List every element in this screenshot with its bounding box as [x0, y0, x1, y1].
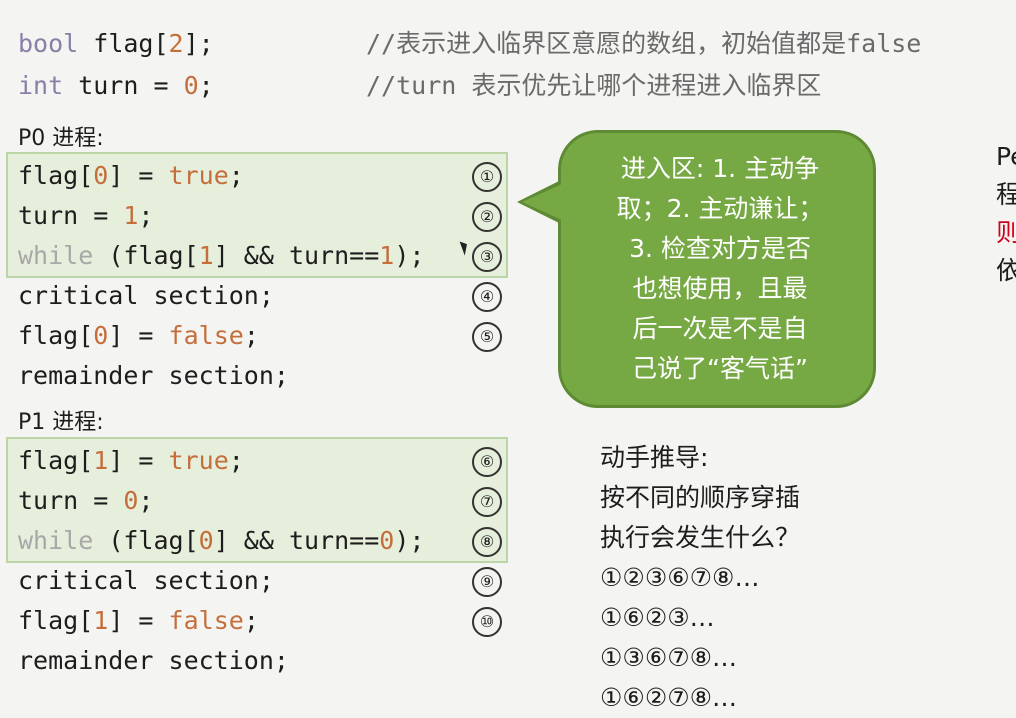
step-marker: ①	[472, 162, 502, 192]
p1-line-2: turn = 0;	[18, 486, 154, 515]
step-marker: ③	[472, 242, 502, 272]
step-marker: ④	[472, 282, 502, 312]
p0-line-1: flag[0] = true;	[18, 161, 244, 190]
p0-line-4: critical section;	[18, 281, 274, 310]
step-marker: ⑦	[472, 487, 502, 517]
decl-turn-comment: //turn 表示优先让哪个进程进入临界区	[366, 71, 822, 100]
p1-label: P1 进程:	[18, 410, 104, 435]
step-marker: ⑧	[472, 527, 502, 557]
derivation-notes: 动手推导: 按不同的顺序穿插 执行会发生什么？ ①②③⑥⑦⑧… ①⑥②③… ①③…	[600, 443, 801, 712]
step-marker: ⑩	[472, 607, 502, 637]
step-marker: ⑨	[472, 567, 502, 597]
p0-label: P0 进程:	[18, 126, 104, 151]
decl-flag-line: bool flag[2];	[18, 29, 214, 58]
p1-line-4: critical section;	[18, 566, 274, 595]
p1-line-3: while (flag[0] && turn==0);	[18, 526, 425, 555]
clipped-side-text: Pe 程 则 依	[996, 142, 1016, 285]
p0-line-2: turn = 1;	[18, 201, 154, 230]
entry-section-callout: 进入区: 1. 主动争 取；2. 主动谦让； 3. 检查对方是否 也想使用，且最…	[558, 130, 876, 408]
p1-line-6: remainder section;	[18, 646, 289, 675]
step-marker: ⑥	[472, 447, 502, 477]
p1-line-1: flag[1] = true;	[18, 446, 244, 475]
p1-line-5: flag[1] = false;	[18, 606, 259, 635]
p0-line-5: flag[0] = false;	[18, 321, 259, 350]
step-marker: ⑤	[472, 322, 502, 352]
callout-text: 进入区: 1. 主动争 取；2. 主动谦让； 3. 检查对方是否 也想使用，且最…	[616, 154, 824, 383]
p0-line-6: remainder section;	[18, 361, 289, 390]
bubble-tail-fill	[522, 184, 562, 220]
decl-turn-line: int turn = 0;	[18, 71, 214, 100]
decl-flag-comment: //表示进入临界区意愿的数组，初始值都是false	[366, 29, 922, 58]
step-marker: ②	[472, 202, 502, 232]
p0-line-3: while (flag[1] && turn==1);	[18, 241, 425, 270]
